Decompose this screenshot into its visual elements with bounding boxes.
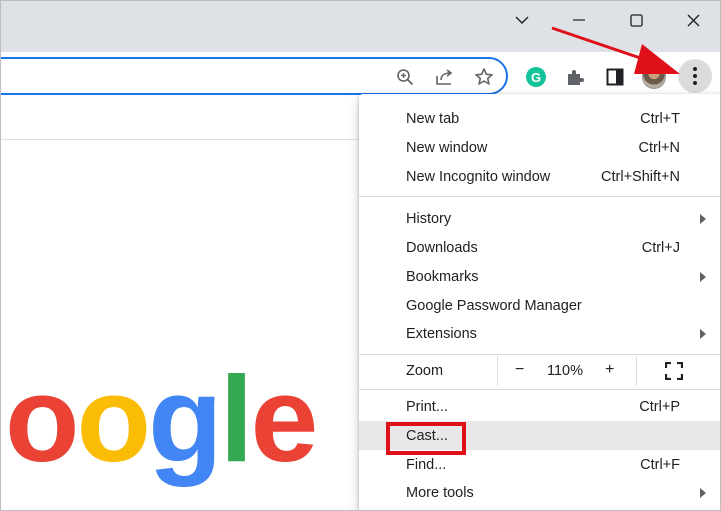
menu-separator [359,389,721,390]
menu-item-shortcut: Ctrl+F [640,456,680,473]
submenu-arrow-icon [700,213,706,224]
menu-item-history[interactable]: History [359,204,721,233]
menu-item-label: Downloads [406,239,478,256]
zoom-label: Zoom [406,363,444,379]
menu-item-new-tab[interactable]: New tab Ctrl+T [359,104,721,133]
extensions-icon[interactable] [560,62,590,92]
logo-letter: o [76,351,152,487]
menu-item-shortcut: Ctrl+P [639,398,680,415]
title-bar [0,0,721,52]
menu-item-more-tools[interactable]: More tools [359,478,721,507]
menu-item-label: Bookmarks [406,268,479,285]
menu-item-label: Google Password Manager [406,297,582,314]
logo-letter: o [5,351,80,487]
minimize-icon[interactable] [555,0,603,40]
menu-item-downloads[interactable]: Downloads Ctrl+J [359,233,721,262]
google-logo: oogle [5,358,318,488]
zoom-in-button[interactable]: + [605,361,614,379]
menu-item-shortcut: Ctrl+T [640,110,680,127]
menu-item-shortcut: Ctrl+Shift+N [601,168,680,185]
menu-item-shortcut: Ctrl+J [641,239,680,256]
zoom-divider [497,356,498,386]
submenu-arrow-icon [700,271,706,282]
menu-item-password-manager[interactable]: Google Password Manager [359,291,721,320]
menu-item-label: History [406,210,452,227]
menu-item-new-incognito-window[interactable]: New Incognito window Ctrl+Shift+N [359,162,721,191]
zoom-divider [636,356,637,386]
menu-item-extensions[interactable]: Extensions [359,319,721,348]
menu-item-shortcut: Ctrl+N [638,139,681,156]
maximize-icon[interactable] [612,0,660,40]
chrome-main-menu: New tab Ctrl+T New window Ctrl+N New Inc… [359,94,721,511]
menu-separator [359,354,721,355]
grammarly-letter: G [526,67,546,87]
menu-item-bookmarks[interactable]: Bookmarks [359,262,721,291]
submenu-arrow-icon [700,328,706,339]
avatar-image [642,65,666,89]
menu-item-label: Print... [406,398,448,415]
menu-item-print[interactable]: Print... Ctrl+P [359,392,721,421]
share-icon[interactable] [430,62,460,92]
profile-avatar[interactable] [639,62,669,92]
menu-item-label: Extensions [406,325,477,342]
logo-letter: l [219,351,254,487]
menu-item-label: New tab [406,110,460,127]
chevron-down-icon[interactable] [498,0,546,40]
side-panel-icon[interactable] [600,62,630,92]
menu-item-find[interactable]: Find... Ctrl+F [359,450,721,479]
grammarly-icon[interactable]: G [521,62,551,92]
fullscreen-icon[interactable] [664,361,684,384]
menu-item-label: Cast... [406,427,448,444]
menu-item-cast[interactable]: Cast... [359,421,721,450]
logo-letter: g [148,351,223,487]
menu-zoom-row: Zoom − 110% + [359,356,721,388]
menu-item-label: More tools [406,484,474,501]
logo-letter: e [250,351,319,487]
zoom-out-button[interactable]: − [515,361,524,379]
bookmark-star-icon[interactable] [469,62,499,92]
zoom-icon[interactable] [390,62,420,92]
bookmark-bar-divider [0,139,360,140]
menu-item-label: New window [406,139,488,156]
more-menu-icon[interactable] [678,59,712,93]
menu-item-label: New Incognito window [406,168,551,185]
close-icon[interactable] [669,0,717,40]
menu-item-new-window[interactable]: New window Ctrl+N [359,133,721,162]
submenu-arrow-icon [700,487,706,498]
menu-item-label: Find... [406,456,447,473]
zoom-level: 110% [547,363,584,379]
menu-separator [359,196,721,197]
